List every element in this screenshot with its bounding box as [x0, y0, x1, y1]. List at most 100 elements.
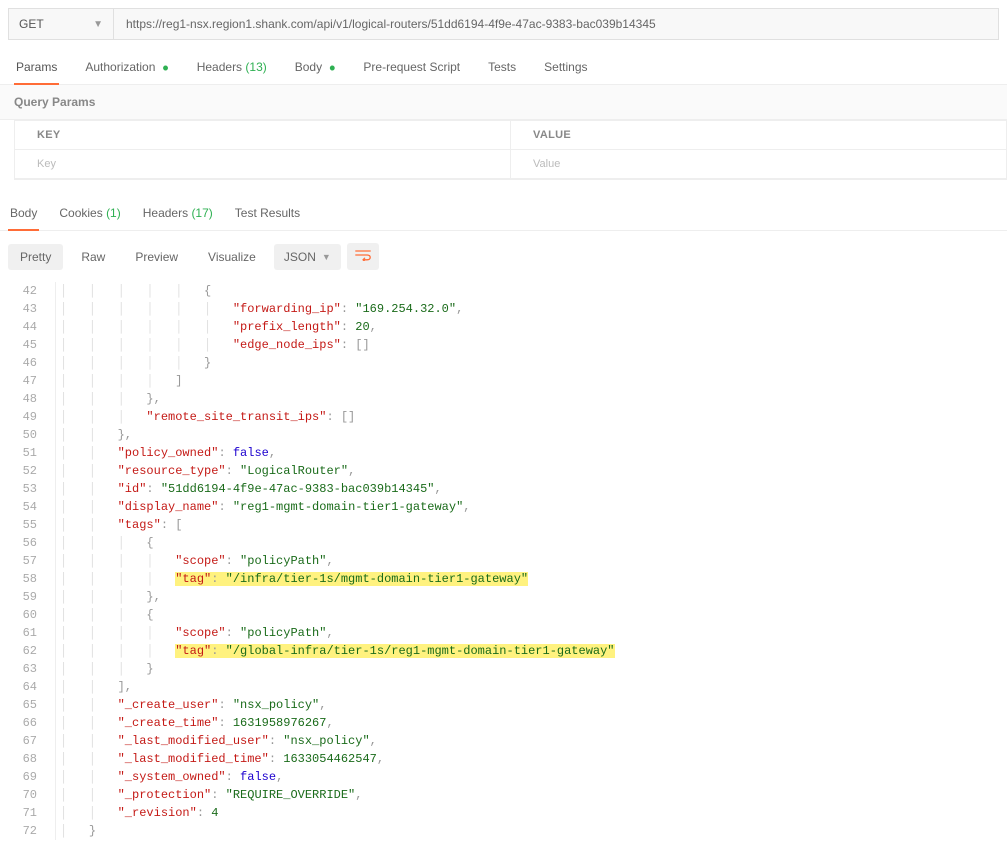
response-body-code[interactable]: 42│ │ │ │ │ {43│ │ │ │ │ │ "forwarding_i… [0, 282, 1007, 860]
line-number: 44 [0, 318, 56, 336]
tab-tests[interactable]: Tests [486, 54, 518, 84]
format-label: JSON [284, 250, 316, 264]
code-line: 48│ │ │ }, [0, 390, 1007, 408]
code-line: 52│ │ "resource_type": "LogicalRouter", [0, 462, 1007, 480]
wrap-lines-button[interactable] [347, 243, 379, 270]
line-number: 46 [0, 354, 56, 372]
line-number: 61 [0, 624, 56, 642]
raw-button[interactable]: Raw [69, 244, 117, 270]
cookies-count: (1) [106, 206, 121, 220]
code-line: 47│ │ │ │ ] [0, 372, 1007, 390]
line-number: 57 [0, 552, 56, 570]
code-line: 43│ │ │ │ │ │ "forwarding_ip": "169.254.… [0, 300, 1007, 318]
value-input[interactable]: Value [511, 150, 1007, 179]
request-bar: GET ▼ [0, 0, 1007, 40]
chevron-down-icon: ▼ [93, 19, 103, 30]
code-content: │ │ │ }, [60, 588, 1007, 606]
code-line: 50│ │ }, [0, 426, 1007, 444]
line-number: 42 [0, 282, 56, 300]
line-number: 58 [0, 570, 56, 588]
dot-icon: • [157, 58, 168, 78]
dot-icon: • [324, 58, 335, 78]
cookies-label: Cookies [59, 206, 102, 220]
code-content: │ │ │ │ │ │ "prefix_length": 20, [60, 318, 1007, 336]
code-line: 42│ │ │ │ │ { [0, 282, 1007, 300]
tab-auth-label: Authorization [85, 60, 155, 74]
visualize-button[interactable]: Visualize [196, 244, 268, 270]
code-content: │ │ "display_name": "reg1-mgmt-domain-ti… [60, 498, 1007, 516]
tab-params[interactable]: Params [14, 54, 59, 84]
preview-button[interactable]: Preview [123, 244, 190, 270]
code-line: 65│ │ "_create_user": "nsx_policy", [0, 696, 1007, 714]
code-line: 53│ │ "id": "51dd6194-4f9e-47ac-9383-bac… [0, 480, 1007, 498]
code-content: │ │ "_create_time": 1631958976267, [60, 714, 1007, 732]
pretty-button[interactable]: Pretty [8, 244, 63, 270]
code-line: 59│ │ │ }, [0, 588, 1007, 606]
code-line: 45│ │ │ │ │ │ "edge_node_ips": [] [0, 336, 1007, 354]
line-number: 45 [0, 336, 56, 354]
url-input[interactable] [114, 8, 999, 40]
code-content: │ │ │ │ │ } [60, 354, 1007, 372]
code-content: │ │ ], [60, 678, 1007, 696]
code-line: 46│ │ │ │ │ } [0, 354, 1007, 372]
line-number: 70 [0, 786, 56, 804]
tab-body-label: Body [295, 60, 322, 74]
line-number: 69 [0, 768, 56, 786]
tab-prerequest[interactable]: Pre-request Script [361, 54, 462, 84]
method-label: GET [19, 17, 44, 31]
code-content: │ │ │ │ │ │ "forwarding_ip": "169.254.32… [60, 300, 1007, 318]
line-number: 48 [0, 390, 56, 408]
code-line: 60│ │ │ { [0, 606, 1007, 624]
code-line: 54│ │ "display_name": "reg1-mgmt-domain-… [0, 498, 1007, 516]
request-tabs: Params Authorization • Headers (13) Body… [0, 40, 1007, 85]
code-line: 44│ │ │ │ │ │ "prefix_length": 20, [0, 318, 1007, 336]
tab-settings[interactable]: Settings [542, 54, 589, 84]
code-content: │ │ "_system_owned": false, [60, 768, 1007, 786]
line-number: 55 [0, 516, 56, 534]
line-number: 52 [0, 462, 56, 480]
code-line: 49│ │ │ "remote_site_transit_ips": [] [0, 408, 1007, 426]
params-table: KEY VALUE Key Value [14, 120, 1007, 180]
code-content: │ │ │ "remote_site_transit_ips": [] [60, 408, 1007, 426]
code-content: │ │ │ │ "tag": "/global-infra/tier-1s/re… [60, 642, 1007, 660]
code-line: 64│ │ ], [0, 678, 1007, 696]
code-content: │ │ "tags": [ [60, 516, 1007, 534]
code-line: 69│ │ "_system_owned": false, [0, 768, 1007, 786]
response-tab-testresults[interactable]: Test Results [233, 200, 302, 230]
code-content: │ │ │ { [60, 534, 1007, 552]
code-line: 61│ │ │ │ "scope": "policyPath", [0, 624, 1007, 642]
code-content: │ } [60, 822, 1007, 840]
line-number: 63 [0, 660, 56, 678]
line-number: 59 [0, 588, 56, 606]
line-number: 53 [0, 480, 56, 498]
line-number: 50 [0, 426, 56, 444]
code-line: 62│ │ │ │ "tag": "/global-infra/tier-1s/… [0, 642, 1007, 660]
line-number: 47 [0, 372, 56, 390]
code-content: │ │ │ │ "tag": "/infra/tier-1s/mgmt-doma… [60, 570, 1007, 588]
response-toolbar: Pretty Raw Preview Visualize JSON ▼ [0, 231, 1007, 282]
response-tab-body[interactable]: Body [8, 200, 39, 230]
line-number: 49 [0, 408, 56, 426]
line-number: 43 [0, 300, 56, 318]
format-select[interactable]: JSON ▼ [274, 244, 341, 270]
code-content: │ │ "_last_modified_user": "nsx_policy", [60, 732, 1007, 750]
code-content: │ │ "_last_modified_time": 1633054462547… [60, 750, 1007, 768]
code-content: │ │ }, [60, 426, 1007, 444]
code-content: │ │ "policy_owned": false, [60, 444, 1007, 462]
line-number: 62 [0, 642, 56, 660]
response-tab-cookies[interactable]: Cookies (1) [57, 200, 122, 230]
code-line: 72│ } [0, 822, 1007, 840]
chevron-down-icon: ▼ [322, 252, 331, 262]
code-content: │ │ │ │ │ │ "edge_node_ips": [] [60, 336, 1007, 354]
tab-headers[interactable]: Headers (13) [195, 54, 269, 84]
code-line: 57│ │ │ │ "scope": "policyPath", [0, 552, 1007, 570]
http-method-select[interactable]: GET ▼ [8, 8, 114, 40]
code-content: │ │ "_create_user": "nsx_policy", [60, 696, 1007, 714]
response-tab-headers[interactable]: Headers (17) [141, 200, 215, 230]
code-line: 56│ │ │ { [0, 534, 1007, 552]
tab-body[interactable]: Body • [293, 54, 338, 84]
tab-authorization[interactable]: Authorization • [83, 54, 170, 84]
code-content: │ │ │ │ ] [60, 372, 1007, 390]
key-input[interactable]: Key [15, 150, 511, 179]
line-number: 71 [0, 804, 56, 822]
